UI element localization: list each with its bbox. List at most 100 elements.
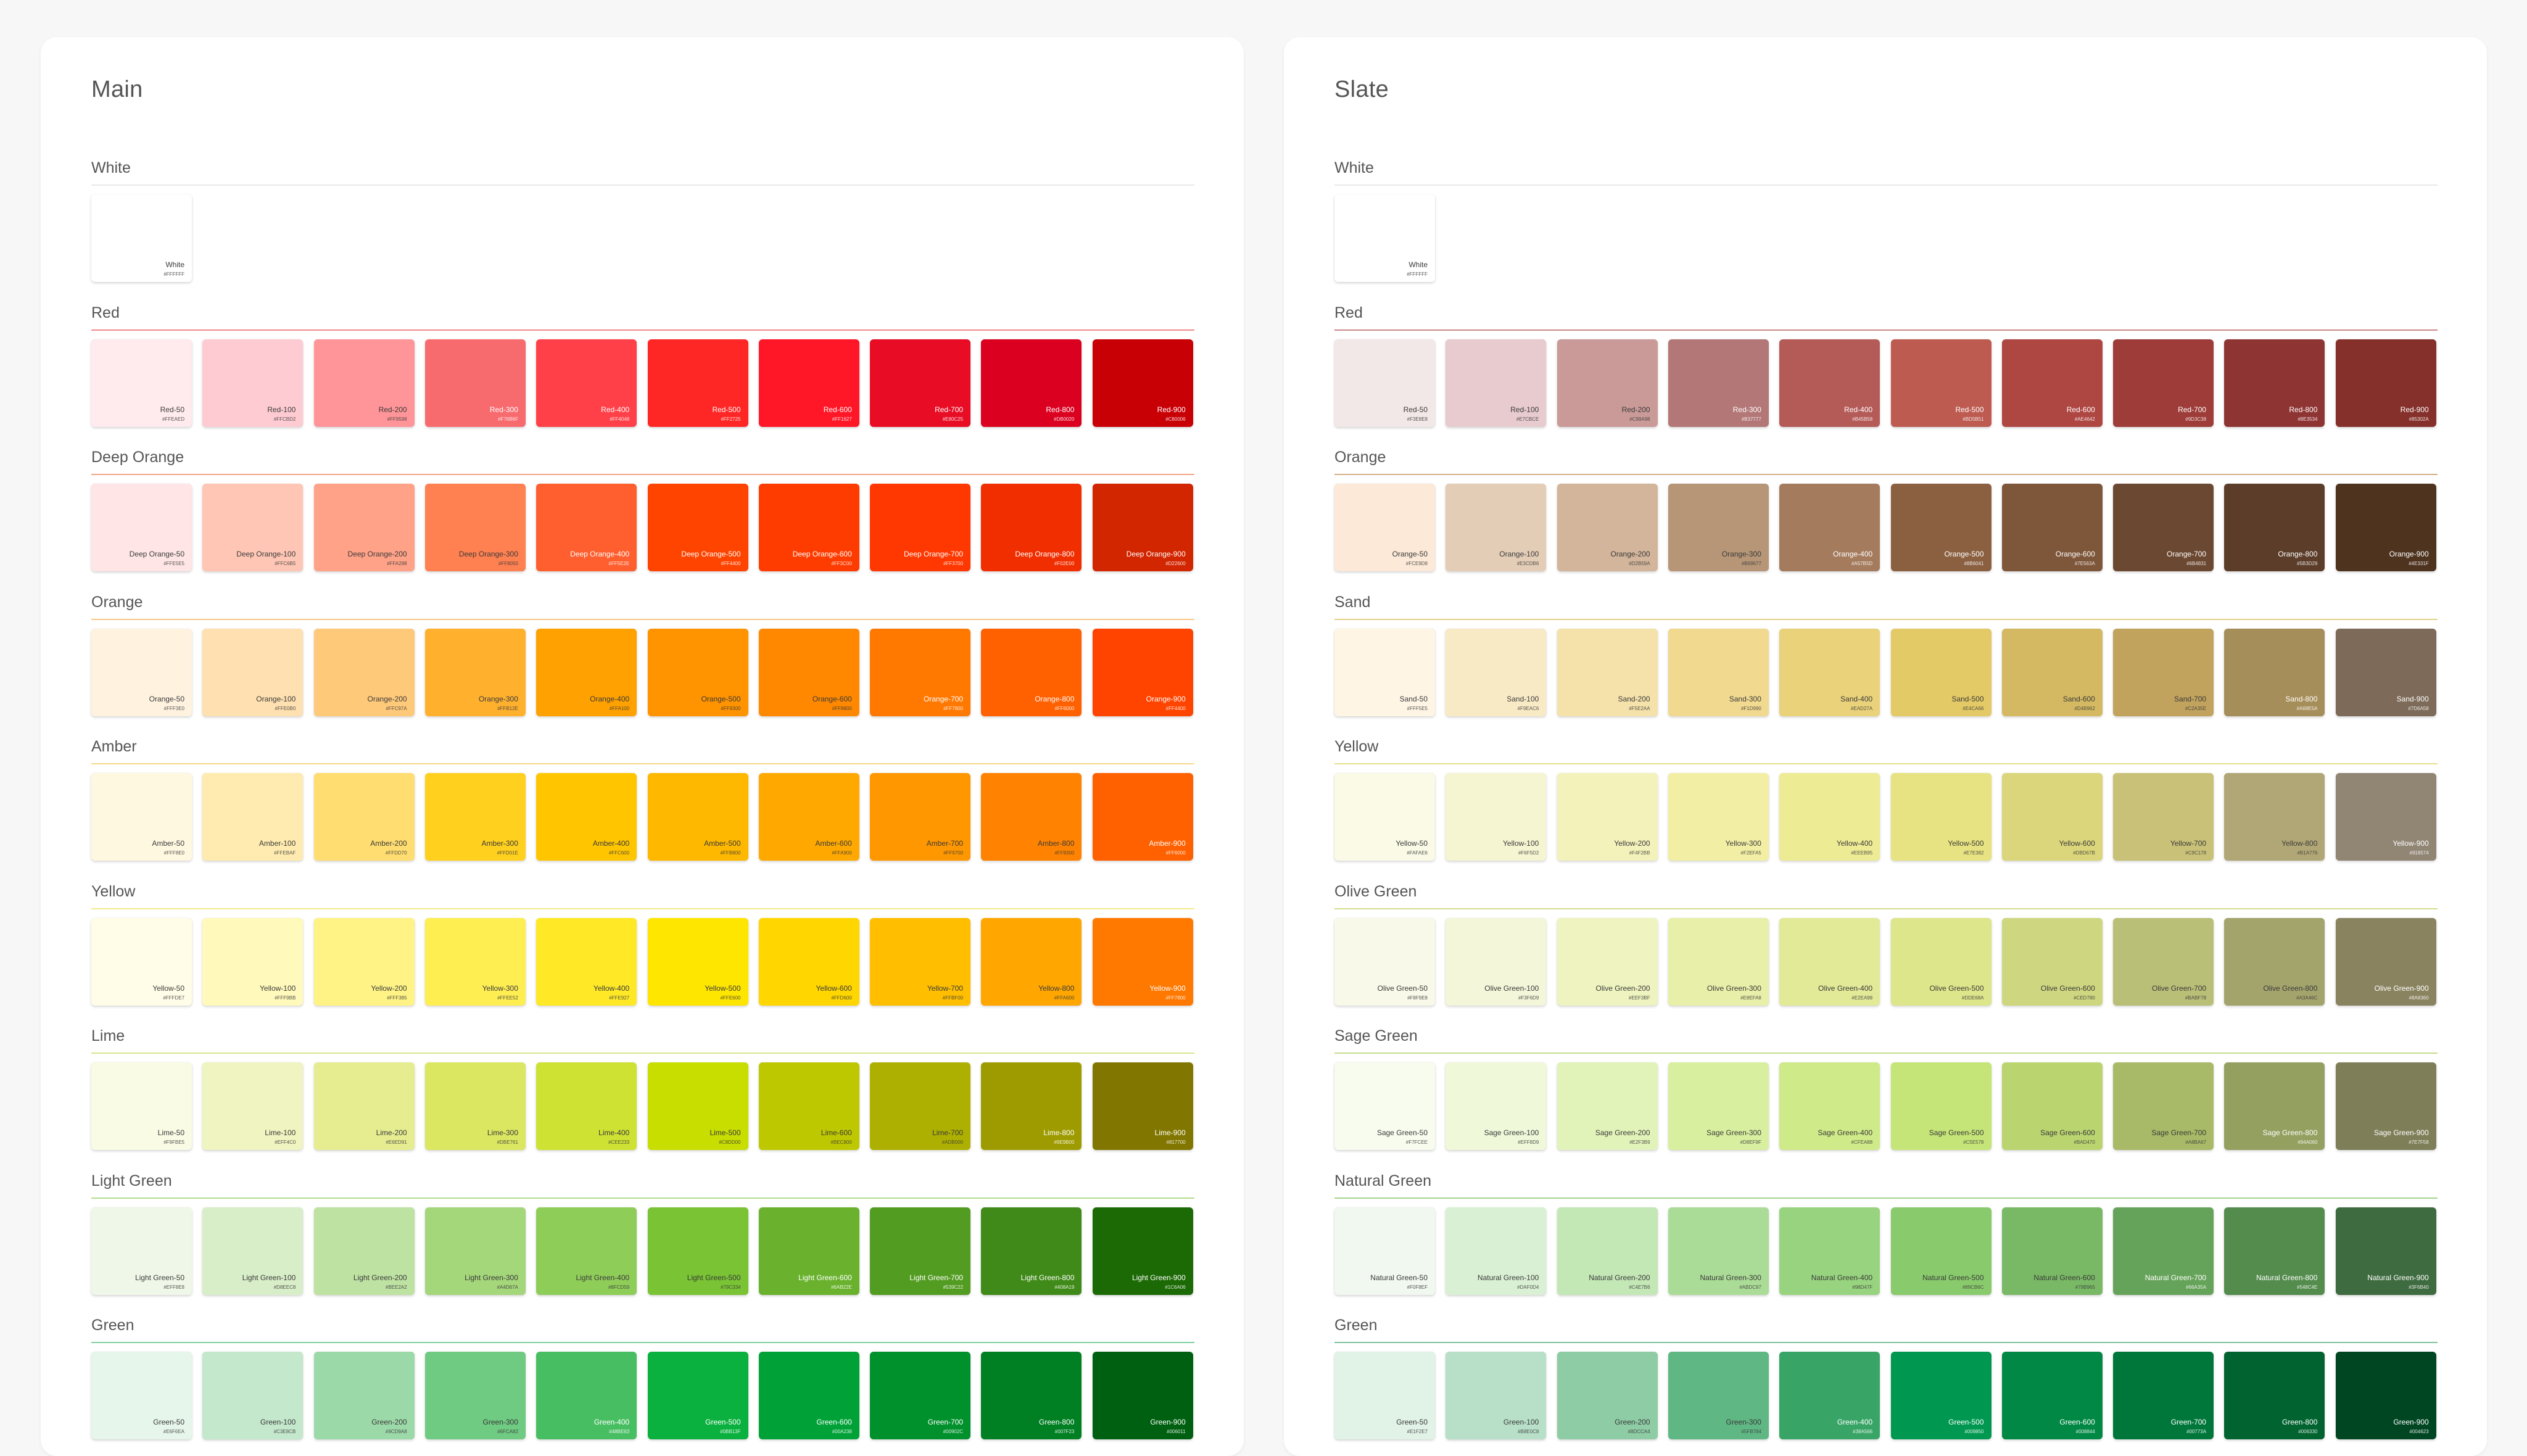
color-swatch-green-50[interactable]: Green-50 #E1F2E7 [1334,1352,1435,1439]
color-swatch-lime-500[interactable]: Lime-500 #C8DD00 [647,1062,748,1150]
color-swatch-orange-200[interactable]: Orange-200 #FFC97A [313,628,415,716]
color-swatch-natural-green-800[interactable]: Natural Green-800 #548C4E [2224,1207,2325,1295]
color-swatch-deep-orange-100[interactable]: Deep Orange-100 #FFC6B5 [202,484,304,571]
color-swatch-green-50[interactable]: Green-50 #E6F6EA [91,1352,192,1439]
color-swatch-sage-green-50[interactable]: Sage Green-50 #F7FCEE [1334,1062,1435,1150]
color-swatch-green-600[interactable]: Green-600 #00A238 [758,1352,859,1439]
color-swatch-orange-500[interactable]: Orange-500 #8B6041 [1890,484,1991,571]
color-swatch-lime-700[interactable]: Lime-700 #ADB000 [870,1062,971,1150]
color-swatch-light-green-400[interactable]: Light Green-400 #8FCD59 [536,1207,637,1295]
color-swatch-amber-400[interactable]: Amber-400 #FFC600 [536,773,637,861]
color-swatch-white[interactable]: White #FFFFFF [1334,194,1435,282]
color-swatch-olive-green-200[interactable]: Olive Green-200 #EEF3BF [1557,917,1658,1006]
color-swatch-orange-400[interactable]: Orange-400 #A57B5D [1779,484,1880,571]
color-swatch-sand-200[interactable]: Sand-200 #F5E2AA [1557,628,1658,716]
color-swatch-lime-200[interactable]: Lime-200 #E6ED91 [313,1062,415,1150]
color-swatch-natural-green-100[interactable]: Natural Green-100 #DAF0D4 [1445,1207,1547,1295]
color-swatch-sage-green-600[interactable]: Sage Green-600 #BAD470 [2001,1062,2103,1150]
color-swatch-yellow-200[interactable]: Yellow-200 #FFF385 [313,917,415,1006]
color-swatch-lime-600[interactable]: Lime-600 #BEC800 [758,1062,859,1150]
color-swatch-olive-green-700[interactable]: Olive Green-700 #BABF78 [2113,917,2214,1006]
color-swatch-light-green-500[interactable]: Light Green-500 #79C334 [647,1207,748,1295]
color-swatch-sand-300[interactable]: Sand-300 #F1D990 [1668,628,1769,716]
color-swatch-sand-100[interactable]: Sand-100 #F9EAC6 [1445,628,1547,716]
color-swatch-amber-500[interactable]: Amber-500 #FFB800 [647,773,748,861]
color-swatch-light-green-200[interactable]: Light Green-200 #BEE2A2 [313,1207,415,1295]
color-swatch-deep-orange-300[interactable]: Deep Orange-300 #FF8050 [424,484,526,571]
color-swatch-deep-orange-200[interactable]: Deep Orange-200 #FFA288 [313,484,415,571]
color-swatch-yellow-900[interactable]: Yellow-900 #918574 [2335,773,2436,861]
color-swatch-sand-400[interactable]: Sand-400 #EAD27A [1779,628,1880,716]
color-swatch-natural-green-900[interactable]: Natural Green-900 #3F6B40 [2335,1207,2436,1295]
color-swatch-deep-orange-500[interactable]: Deep Orange-500 #FF4400 [647,484,748,571]
color-swatch-yellow-600[interactable]: Yellow-600 #DBD67B [2001,773,2103,861]
color-swatch-green-300[interactable]: Green-300 #5FB784 [1668,1352,1769,1439]
color-swatch-red-300[interactable]: Red-300 #F76B6F [424,339,526,427]
color-swatch-sand-500[interactable]: Sand-500 #E4CA66 [1890,628,1991,716]
color-swatch-green-400[interactable]: Green-400 #38A566 [1779,1352,1880,1439]
color-swatch-red-300[interactable]: Red-300 #B37777 [1668,339,1769,427]
color-swatch-green-500[interactable]: Green-500 #0BB13F [647,1352,748,1439]
color-swatch-deep-orange-400[interactable]: Deep Orange-400 #FF5E2E [536,484,637,571]
color-swatch-orange-600[interactable]: Orange-600 #7E563A [2001,484,2103,571]
color-swatch-light-green-300[interactable]: Light Green-300 #A4D67A [424,1207,526,1295]
color-swatch-orange-300[interactable]: Orange-300 #FFB12E [424,628,526,716]
color-swatch-green-800[interactable]: Green-800 #007F23 [981,1352,1082,1439]
color-swatch-sand-700[interactable]: Sand-700 #C2A35E [2113,628,2214,716]
color-swatch-yellow-300[interactable]: Yellow-300 #FFEE52 [424,917,526,1006]
color-swatch-amber-700[interactable]: Amber-700 #FF9700 [870,773,971,861]
color-swatch-red-200[interactable]: Red-200 #FF9598 [313,339,415,427]
color-swatch-sage-green-200[interactable]: Sage Green-200 #E2F3B9 [1557,1062,1658,1150]
color-swatch-yellow-400[interactable]: Yellow-400 #EEEB95 [1779,773,1880,861]
color-swatch-yellow-800[interactable]: Yellow-800 #B1A776 [2224,773,2325,861]
color-swatch-red-800[interactable]: Red-800 #DB0020 [981,339,1082,427]
color-swatch-natural-green-300[interactable]: Natural Green-300 #ABDC97 [1668,1207,1769,1295]
color-swatch-deep-orange-800[interactable]: Deep Orange-800 #F02E00 [981,484,1082,571]
color-swatch-light-green-900[interactable]: Light Green-900 #1C6A06 [1092,1207,1193,1295]
color-swatch-orange-800[interactable]: Orange-800 #5B3D29 [2224,484,2325,571]
color-swatch-orange-50[interactable]: Orange-50 #FCE9D8 [1334,484,1435,571]
color-swatch-green-100[interactable]: Green-100 #C3E8CB [202,1352,304,1439]
color-swatch-red-50[interactable]: Red-50 #F3E8E8 [1334,339,1435,427]
color-swatch-red-200[interactable]: Red-200 #C99A98 [1557,339,1658,427]
color-swatch-light-green-100[interactable]: Light Green-100 #D8EEC8 [202,1207,304,1295]
color-swatch-lime-100[interactable]: Lime-100 #EFF4C0 [202,1062,304,1150]
color-swatch-red-700[interactable]: Red-700 #9D3C38 [2113,339,2214,427]
color-swatch-yellow-50[interactable]: Yellow-50 #FFFDE7 [91,917,192,1006]
color-swatch-green-900[interactable]: Green-900 #004623 [2335,1352,2436,1439]
color-swatch-orange-400[interactable]: Orange-400 #FFA100 [536,628,637,716]
color-swatch-red-600[interactable]: Red-600 #AE4642 [2001,339,2103,427]
color-swatch-red-400[interactable]: Red-400 #FF4048 [536,339,637,427]
color-swatch-yellow-50[interactable]: Yellow-50 #FAFAE6 [1334,773,1435,861]
color-swatch-yellow-700[interactable]: Yellow-700 #FFBF00 [870,917,971,1006]
color-swatch-lime-300[interactable]: Lime-300 #DBE761 [424,1062,526,1150]
color-swatch-orange-700[interactable]: Orange-700 #6B4831 [2113,484,2214,571]
color-swatch-orange-600[interactable]: Orange-600 #FF8800 [758,628,859,716]
color-swatch-sage-green-900[interactable]: Sage Green-900 #7E7F58 [2335,1062,2436,1150]
color-swatch-natural-green-700[interactable]: Natural Green-700 #66A35A [2113,1207,2214,1295]
color-swatch-orange-50[interactable]: Orange-50 #FFF3E0 [91,628,192,716]
color-swatch-deep-orange-600[interactable]: Deep Orange-600 #FF3C00 [758,484,859,571]
color-swatch-sand-600[interactable]: Sand-600 #D4B962 [2001,628,2103,716]
color-swatch-sage-green-100[interactable]: Sage Green-100 #EFF8D9 [1445,1062,1547,1150]
color-swatch-yellow-500[interactable]: Yellow-500 #FFE600 [647,917,748,1006]
color-swatch-natural-green-600[interactable]: Natural Green-600 #79B965 [2001,1207,2103,1295]
color-swatch-green-800[interactable]: Green-800 #006330 [2224,1352,2325,1439]
color-swatch-sage-green-700[interactable]: Sage Green-700 #A8BA67 [2113,1062,2214,1150]
color-swatch-yellow-400[interactable]: Yellow-400 #FFE927 [536,917,637,1006]
color-swatch-olive-green-400[interactable]: Olive Green-400 #E2EA98 [1779,917,1880,1006]
color-swatch-lime-50[interactable]: Lime-50 #F9FBE5 [91,1062,192,1150]
color-swatch-red-800[interactable]: Red-800 #8E3534 [2224,339,2325,427]
color-swatch-white[interactable]: White #FFFFFF [91,194,192,282]
color-swatch-sand-900[interactable]: Sand-900 #7D6A58 [2335,628,2436,716]
color-swatch-green-600[interactable]: Green-600 #008844 [2001,1352,2103,1439]
color-swatch-green-900[interactable]: Green-900 #006011 [1092,1352,1193,1439]
color-swatch-yellow-600[interactable]: Yellow-600 #FFD600 [758,917,859,1006]
color-swatch-yellow-500[interactable]: Yellow-500 #E7E382 [1890,773,1991,861]
color-swatch-orange-800[interactable]: Orange-800 #FF6000 [981,628,1082,716]
color-swatch-red-900[interactable]: Red-900 #85302A [2335,339,2436,427]
color-swatch-green-400[interactable]: Green-400 #48BE63 [536,1352,637,1439]
color-swatch-red-700[interactable]: Red-700 #E80C25 [870,339,971,427]
color-swatch-olive-green-300[interactable]: Olive Green-300 #E8EFA8 [1668,917,1769,1006]
color-swatch-yellow-900[interactable]: Yellow-900 #FF7800 [1092,917,1193,1006]
